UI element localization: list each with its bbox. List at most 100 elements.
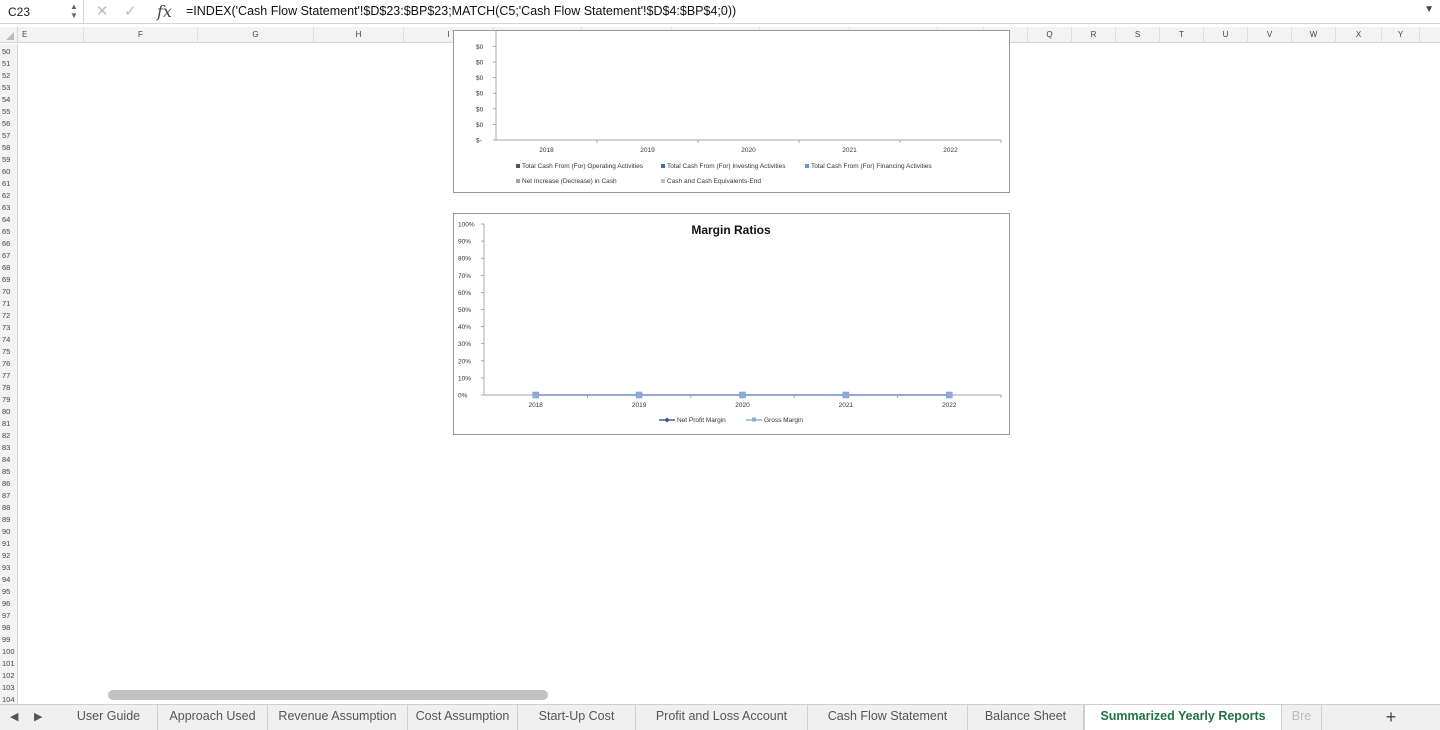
row-header-cell[interactable]: 53 [0, 82, 17, 94]
name-box-stepper-icon[interactable]: ▲ ▼ [70, 2, 78, 20]
sheet-tab[interactable]: Cost Assumption [408, 705, 518, 730]
row-header-cell[interactable]: 78 [0, 382, 17, 394]
column-header-cell[interactable]: U [1204, 27, 1248, 43]
sheet-tab[interactable]: Start-Up Cost [518, 705, 636, 730]
row-header-cell[interactable]: 52 [0, 70, 17, 82]
row-header-cell[interactable]: 67 [0, 250, 17, 262]
close-icon[interactable]: ✕ [96, 2, 109, 20]
row-header-cell[interactable]: 60 [0, 166, 17, 178]
column-header-cell[interactable]: S [1116, 27, 1160, 43]
column-header-cell[interactable]: G [198, 27, 314, 43]
row-header-cell[interactable]: 57 [0, 130, 17, 142]
tab-next-arrow-icon[interactable]: ▶ [34, 710, 42, 723]
row-header-cell[interactable]: 58 [0, 142, 17, 154]
row-header-cell[interactable]: 82 [0, 430, 17, 442]
row-header-cell[interactable]: 51 [0, 58, 17, 70]
horizontal-scrollbar-thumb[interactable] [108, 690, 548, 700]
column-header-cell[interactable]: Y [1382, 27, 1420, 43]
row-header-cell[interactable]: 56 [0, 118, 17, 130]
row-header-cell[interactable]: 71 [0, 298, 17, 310]
row-header-cell[interactable]: 100 [0, 646, 17, 658]
row-header-cell[interactable]: 80 [0, 406, 17, 418]
row-header-cell[interactable]: 68 [0, 262, 17, 274]
row-header-cell[interactable]: 98 [0, 622, 17, 634]
function-icon[interactable]: fx [157, 2, 172, 21]
column-header-cell[interactable]: V [1248, 27, 1292, 43]
y-tick-label: 50% [458, 307, 471, 314]
tab-prev-arrow-icon[interactable]: ◀ [10, 710, 18, 723]
row-header-cell[interactable]: 97 [0, 610, 17, 622]
row-header-cell[interactable]: 93 [0, 562, 17, 574]
x-tick-label: 2021 [842, 147, 857, 154]
sheet-tab[interactable]: Profit and Loss Account [636, 705, 808, 730]
y-tick-label: $- [476, 138, 482, 145]
chevron-down-icon[interactable]: ▼ [1424, 4, 1434, 15]
row-header-cell[interactable]: 95 [0, 586, 17, 598]
row-header-cell[interactable]: 73 [0, 322, 17, 334]
add-sheet-button[interactable]: + [1378, 705, 1404, 730]
margin-ratios-chart[interactable]: Margin Ratios 100% 90% 80% 70% 60% 50% 40% 30% 20… [453, 213, 1010, 435]
row-header-cell[interactable]: 81 [0, 418, 17, 430]
row-header-cell[interactable]: 64 [0, 214, 17, 226]
column-header-cell[interactable]: Q [1028, 27, 1072, 43]
row-header-cell[interactable]: 99 [0, 634, 17, 646]
row-header-cell[interactable]: 102 [0, 670, 17, 682]
row-header-cell[interactable]: 104 [0, 694, 17, 704]
row-header-cell[interactable]: 89 [0, 514, 17, 526]
sheet-tab[interactable]: Summarized Yearly Reports [1084, 705, 1282, 730]
row-header-cell[interactable]: 63 [0, 202, 17, 214]
x-tick-label: 2021 [839, 402, 854, 409]
row-header-cell[interactable]: 94 [0, 574, 17, 586]
y-tick-label: $0 [476, 44, 484, 51]
select-all-corner[interactable] [0, 27, 18, 43]
row-header-cell[interactable]: 55 [0, 106, 17, 118]
row-header-cell[interactable]: 61 [0, 178, 17, 190]
row-header-cell[interactable]: 65 [0, 226, 17, 238]
row-header-cell[interactable]: 79 [0, 394, 17, 406]
row-header-cell[interactable]: 84 [0, 454, 17, 466]
row-header-cell[interactable]: 75 [0, 346, 17, 358]
row-header-cell[interactable]: 103 [0, 682, 17, 694]
row-header-cell[interactable]: 62 [0, 190, 17, 202]
row-header-cell[interactable]: 70 [0, 286, 17, 298]
row-header-cell[interactable]: 77 [0, 370, 17, 382]
formula-input[interactable]: =INDEX('Cash Flow Statement'!$D$23:$BP$2… [186, 0, 736, 22]
row-header-cell[interactable]: 96 [0, 598, 17, 610]
y-tick-label: 30% [458, 341, 471, 348]
row-header-cell[interactable]: 59 [0, 154, 17, 166]
column-header-cell[interactable]: H [314, 27, 404, 43]
cash-flow-chart[interactable]: $0 $0 $0 $0 $0 $0 $- 2018 2019 2020 2021 2022 Total … [453, 30, 1010, 193]
column-header-cell[interactable]: X [1336, 27, 1382, 43]
sheet-tab[interactable]: Balance Sheet [968, 705, 1084, 730]
check-icon[interactable]: ✓ [124, 2, 137, 20]
row-header-cell[interactable]: 92 [0, 550, 17, 562]
row-header-cell[interactable]: 74 [0, 334, 17, 346]
row-header-cell[interactable]: 85 [0, 466, 17, 478]
sheet-tab[interactable]: Approach Used [158, 705, 268, 730]
x-tick-label: 2022 [942, 402, 957, 409]
row-header-cell[interactable]: 101 [0, 658, 17, 670]
x-tick-label: 2019 [640, 147, 655, 154]
row-header-cell[interactable]: 72 [0, 310, 17, 322]
column-header-cell[interactable]: R [1072, 27, 1116, 43]
column-header-cell[interactable]: E [18, 27, 84, 43]
row-header-cell[interactable]: 83 [0, 442, 17, 454]
row-header-cell[interactable]: 54 [0, 94, 17, 106]
row-header-cell[interactable]: 69 [0, 274, 17, 286]
row-header-cell[interactable]: 86 [0, 478, 17, 490]
column-header-cell[interactable]: F [84, 27, 198, 43]
row-header-cell[interactable]: 87 [0, 490, 17, 502]
row-header-cell[interactable]: 76 [0, 358, 17, 370]
row-header-cell[interactable]: 90 [0, 526, 17, 538]
sheet-tab[interactable]: Revenue Assumption [268, 705, 408, 730]
row-header-cell[interactable]: 91 [0, 538, 17, 550]
column-header-cell[interactable]: T [1160, 27, 1204, 43]
row-header-cell[interactable]: 66 [0, 238, 17, 250]
row-header-cell[interactable]: 50 [0, 46, 17, 58]
sheet-tab[interactable]: User Guide [60, 705, 158, 730]
y-tick-label: 80% [458, 256, 471, 263]
sheet-tab[interactable]: Cash Flow Statement [808, 705, 968, 730]
row-header-cell[interactable]: 88 [0, 502, 17, 514]
sheet-tab[interactable]: Bre [1282, 705, 1322, 730]
column-header-cell[interactable]: W [1292, 27, 1336, 43]
